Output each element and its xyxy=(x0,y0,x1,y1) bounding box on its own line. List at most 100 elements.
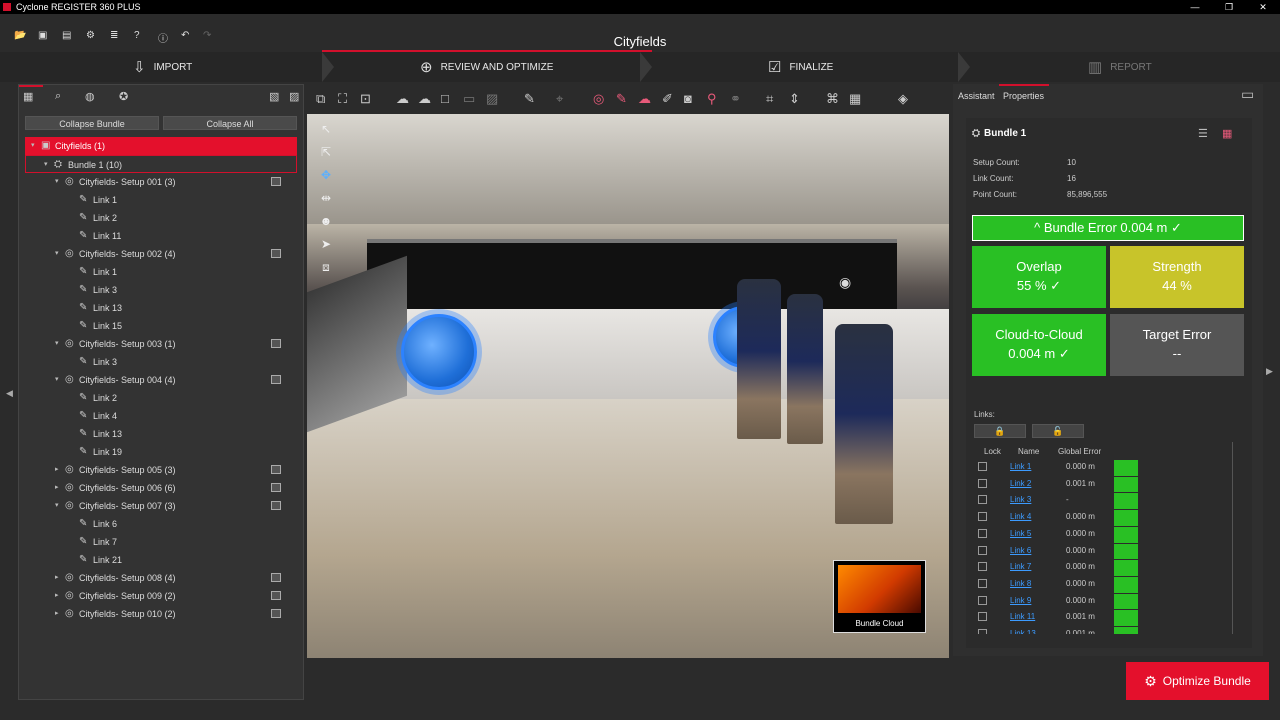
eye-icon[interactable]: ◉ xyxy=(839,274,851,291)
target-error-tile[interactable]: Target Error -- xyxy=(1110,314,1244,376)
collapse-all-button[interactable]: Collapse All xyxy=(163,116,297,130)
person-view-icon[interactable]: ☻ xyxy=(315,214,337,237)
overlap-tile[interactable]: Overlap 55 % ✓ xyxy=(972,246,1106,308)
close-button[interactable]: ✕ xyxy=(1246,0,1280,14)
tree-link-item[interactable]: ✎ Link 3 xyxy=(25,353,297,371)
select-all-icon[interactable]: ⧉ xyxy=(316,91,325,107)
unlock-link-button[interactable]: 🔓 xyxy=(1032,424,1084,438)
grid-icon[interactable]: ▦ xyxy=(849,91,861,107)
camera-icon[interactable]: ◙ xyxy=(684,91,692,106)
tree-setup-item[interactable]: ▾ ◎ Cityfields- Setup 001 (3) xyxy=(25,173,297,191)
bundle-error-banner[interactable]: ^ Bundle Error 0.004 m ✓ xyxy=(972,215,1244,241)
optimize-bundle-button[interactable]: ⚙ Optimize Bundle xyxy=(1126,662,1269,700)
panel-layout-icon[interactable]: ▭ xyxy=(1241,86,1254,103)
cloud-highlight-icon[interactable]: ☁ xyxy=(638,91,651,107)
image-thumbnail-icon[interactable] xyxy=(271,375,281,384)
minimize-button[interactable]: — xyxy=(1178,0,1212,14)
collapse-arrow-icon[interactable]: ▾ xyxy=(55,173,59,191)
tree-link-item[interactable]: ✎ Link 15 xyxy=(25,317,297,335)
workflow-step-finalize[interactable]: ☑ FINALIZE xyxy=(768,52,833,82)
image-thumbnail-icon[interactable] xyxy=(271,177,281,186)
links-table-row[interactable]: Link 7 0.000 m xyxy=(974,559,1234,577)
expand-arrow-icon[interactable]: ▸ xyxy=(55,587,59,605)
tree-setup-item[interactable]: ▸ ◎ Cityfields- Setup 010 (2) xyxy=(25,605,297,623)
fit-icon[interactable]: ⛶ xyxy=(338,91,347,107)
layout-right-icon[interactable]: ▨ xyxy=(289,90,299,103)
expand-arrow-icon[interactable]: ▸ xyxy=(55,605,59,623)
tree-setup-item[interactable]: ▸ ◎ Cityfields- Setup 006 (6) xyxy=(25,479,297,497)
lock-checkbox[interactable] xyxy=(978,629,987,634)
tag-icon[interactable]: ✎ xyxy=(616,91,627,107)
links-scrollbar[interactable] xyxy=(1232,442,1240,634)
cloud-to-cloud-tile[interactable]: Cloud-to-Cloud 0.004 m ✓ xyxy=(972,314,1106,376)
zoom-extents-icon[interactable]: ⊡ xyxy=(360,91,371,107)
cloud-icon[interactable]: ☁ xyxy=(396,91,409,107)
location-pin-icon[interactable]: ⚲ xyxy=(707,91,717,107)
tree-link-item[interactable]: ✎ Link 1 xyxy=(25,191,297,209)
navigate-icon[interactable]: ✥ xyxy=(315,168,337,191)
collapse-bundle-button[interactable]: Collapse Bundle xyxy=(25,116,159,130)
setup-sphere-marker[interactable] xyxy=(401,314,477,390)
axes-icon[interactable]: ⌗ xyxy=(766,91,773,107)
lock-link-button[interactable]: 🔒 xyxy=(974,424,1026,438)
tree-link-item[interactable]: ✎ Link 13 xyxy=(25,425,297,443)
tree-setup-item[interactable]: ▸ ◎ Cityfields- Setup 005 (3) xyxy=(25,461,297,479)
cube-icon[interactable]: ⧈ xyxy=(315,260,337,283)
image-thumbnail-icon[interactable] xyxy=(271,465,281,474)
globe-icon[interactable]: ◍ xyxy=(85,90,95,103)
image-icon[interactable]: ▨ xyxy=(486,91,498,107)
lock-checkbox[interactable] xyxy=(978,462,987,471)
lock-checkbox[interactable] xyxy=(978,578,987,588)
link-name-link[interactable]: Link 8 xyxy=(1010,579,1031,588)
tree-project-item[interactable]: ▾ ▣ Cityfields (1) xyxy=(25,137,297,155)
tree-link-item[interactable]: ✎ Link 2 xyxy=(25,209,297,227)
tree-link-item[interactable]: ✎ Link 7 xyxy=(25,533,297,551)
workflow-step-import[interactable]: ⇩ IMPORT xyxy=(133,52,192,82)
box-icon[interactable]: □ xyxy=(441,91,449,106)
link-name-link[interactable]: Link 13 xyxy=(1010,629,1036,634)
link-name-link[interactable]: Link 11 xyxy=(1010,612,1035,621)
image-thumbnail-icon[interactable] xyxy=(271,591,281,600)
links-table-row[interactable]: Link 3 - xyxy=(974,492,1234,510)
fit-width-icon[interactable]: ⇹ xyxy=(315,191,337,214)
tree-link-item[interactable]: ✎ Link 21 xyxy=(25,551,297,569)
measure-icon[interactable]: ✎ xyxy=(524,91,535,107)
link-name-link[interactable]: Link 4 xyxy=(1010,512,1031,521)
lock-checkbox[interactable] xyxy=(978,495,987,505)
links-table-row[interactable]: Link 4 0.000 m xyxy=(974,509,1234,527)
lock-checkbox[interactable] xyxy=(978,545,987,555)
setup-target-icon[interactable]: ◎ xyxy=(593,91,604,107)
image-thumbnail-icon[interactable] xyxy=(271,573,281,582)
fence-icon[interactable]: ⌖ xyxy=(556,91,563,107)
image-thumbnail-icon[interactable] xyxy=(271,249,281,258)
image-thumbnail-icon[interactable] xyxy=(271,339,281,348)
tree-link-item[interactable]: ✎ Link 19 xyxy=(25,443,297,461)
workflow-step-report[interactable]: ▥ REPORT xyxy=(1088,52,1152,82)
lock-checkbox[interactable] xyxy=(978,528,987,538)
links-table-row[interactable]: Link 13 0.001 m xyxy=(974,626,1234,634)
expand-arrow-icon[interactable]: ▸ xyxy=(55,569,59,587)
tree-link-item[interactable]: ✎ Link 11 xyxy=(25,227,297,245)
tree-link-item[interactable]: ✎ Link 6 xyxy=(25,515,297,533)
links-table-row[interactable]: Link 2 0.001 m xyxy=(974,475,1234,493)
tree-view-icon[interactable]: ▦ xyxy=(23,90,33,103)
link-name-link[interactable]: Link 9 xyxy=(1010,596,1031,605)
image-thumbnail-icon[interactable] xyxy=(271,501,281,510)
collapse-arrow-icon[interactable]: ▾ xyxy=(44,156,48,174)
strength-tile[interactable]: Strength 44 % xyxy=(1110,246,1244,308)
slice-icon[interactable]: ▭ xyxy=(463,91,475,107)
visual-align-icon[interactable]: ⌘ xyxy=(826,91,839,107)
link-name-link[interactable]: Link 7 xyxy=(1010,562,1031,571)
collapse-arrow-icon[interactable]: ▾ xyxy=(55,245,59,263)
view-cube-icon[interactable]: ◈ xyxy=(898,91,908,107)
bundle-cloud-thumbnail[interactable]: Bundle Cloud xyxy=(833,560,926,633)
pointer-icon[interactable]: ↖ xyxy=(315,122,337,145)
tree-link-item[interactable]: ✎ Link 2 xyxy=(25,389,297,407)
tab-properties[interactable]: Properties xyxy=(1003,91,1044,101)
tree-setup-item[interactable]: ▾ ◎ Cityfields- Setup 007 (3) xyxy=(25,497,297,515)
links-table-row[interactable]: Link 6 0.000 m xyxy=(974,542,1234,560)
tree-setup-item[interactable]: ▸ ◎ Cityfields- Setup 008 (4) xyxy=(25,569,297,587)
collapse-arrow-icon[interactable]: ▾ xyxy=(55,371,59,389)
collapse-right-arrow-icon[interactable]: ▶ xyxy=(1266,366,1273,377)
collapse-arrow-icon[interactable]: ▾ xyxy=(55,335,59,353)
